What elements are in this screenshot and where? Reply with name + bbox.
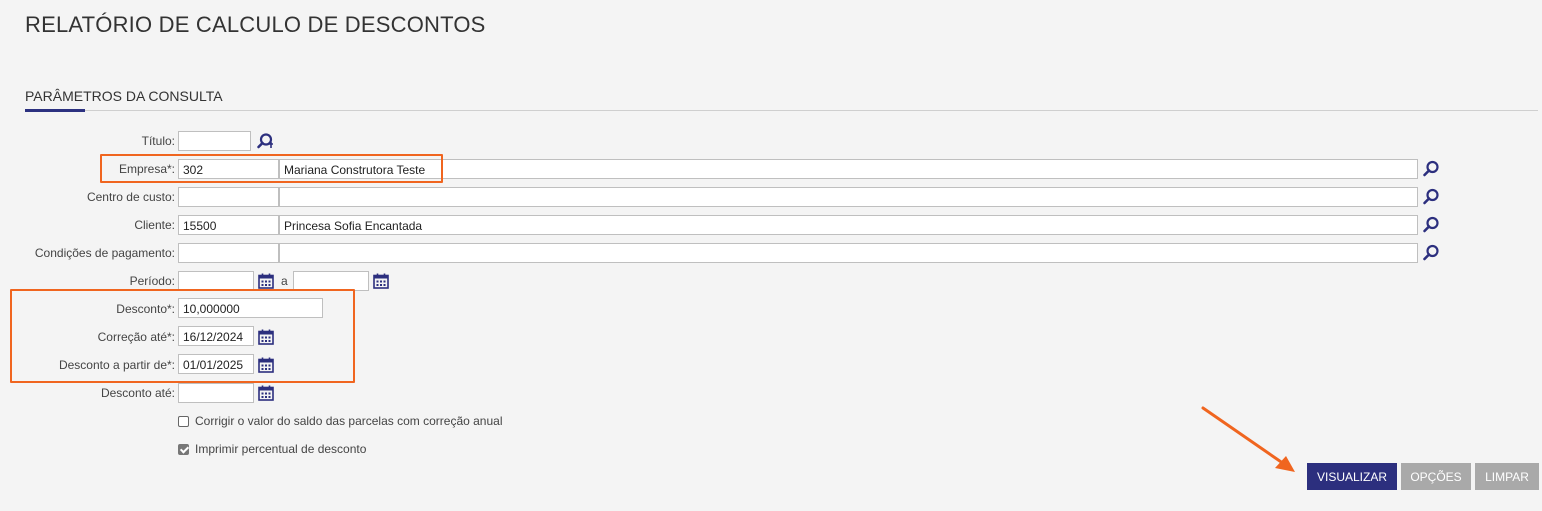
limpar-button[interactable]: LIMPAR bbox=[1475, 463, 1539, 490]
periodo-to-input[interactable] bbox=[293, 271, 369, 291]
condicoes-pagamento-label: Condições de pagamento: bbox=[34, 246, 175, 260]
periodo-from-input[interactable] bbox=[178, 271, 254, 291]
corrigir-saldo-option[interactable]: Corrigir o valor do saldo das parcelas c… bbox=[178, 412, 502, 430]
calendar-icon bbox=[258, 385, 274, 401]
page-title: RELATÓRIO DE CALCULO DE DESCONTOS bbox=[25, 12, 486, 37]
condicoes-pagamento-code-input[interactable] bbox=[178, 243, 279, 263]
imprimir-percentual-checkbox[interactable] bbox=[178, 443, 189, 455]
desconto-ate-calendar-button[interactable] bbox=[255, 382, 277, 404]
corrigir-saldo-checkbox[interactable] bbox=[178, 415, 189, 427]
search-icon bbox=[1423, 216, 1439, 233]
titulo-input[interactable] bbox=[178, 131, 251, 151]
cliente-search-button[interactable] bbox=[1420, 214, 1442, 236]
desconto-ate-label: Desconto até: bbox=[100, 386, 175, 400]
empresa-highlight-box bbox=[100, 154, 443, 183]
cliente-label: Cliente: bbox=[134, 218, 175, 232]
calendar-icon bbox=[258, 273, 274, 289]
titulo-search-button[interactable] bbox=[254, 130, 276, 152]
empresa-name-input[interactable]: Mariana Construtora Teste bbox=[279, 159, 1418, 179]
search-icon bbox=[1423, 160, 1439, 177]
centro-custo-search-button[interactable] bbox=[1420, 186, 1442, 208]
opcoes-button[interactable]: OPÇÕES bbox=[1401, 463, 1471, 490]
visualizar-button[interactable]: VISUALIZAR bbox=[1307, 463, 1397, 490]
search-add-icon bbox=[257, 133, 273, 149]
section-divider bbox=[25, 110, 1538, 111]
imprimir-percentual-label: Imprimir percentual de desconto bbox=[195, 442, 367, 456]
condicoes-pagamento-search-button[interactable] bbox=[1420, 242, 1442, 264]
calendar-icon bbox=[373, 273, 389, 289]
corrigir-saldo-label: Corrigir o valor do saldo das parcelas c… bbox=[195, 414, 503, 428]
cliente-code-input[interactable]: 15500 bbox=[178, 215, 279, 235]
centro-custo-code-input[interactable] bbox=[178, 187, 279, 207]
cliente-name-input[interactable]: Princesa Sofia Encantada bbox=[279, 215, 1418, 235]
annotation-arrow-icon bbox=[1201, 406, 1295, 472]
periodo-to-calendar-button[interactable] bbox=[370, 270, 392, 292]
condicoes-pagamento-name-input[interactable] bbox=[279, 243, 1418, 263]
desconto-fields-highlight-box bbox=[10, 289, 355, 383]
centro-custo-name-input[interactable] bbox=[279, 187, 1418, 207]
titulo-label: Título: bbox=[141, 134, 175, 148]
search-icon bbox=[1423, 188, 1439, 205]
empresa-search-button[interactable] bbox=[1420, 158, 1442, 180]
centro-custo-label: Centro de custo: bbox=[86, 190, 175, 204]
desconto-ate-input[interactable] bbox=[178, 383, 254, 403]
section-title: PARÂMETROS DA CONSULTA bbox=[25, 88, 223, 104]
imprimir-percentual-option[interactable]: Imprimir percentual de desconto bbox=[178, 440, 366, 458]
search-icon bbox=[1423, 244, 1439, 261]
section-title-underline bbox=[25, 109, 85, 112]
